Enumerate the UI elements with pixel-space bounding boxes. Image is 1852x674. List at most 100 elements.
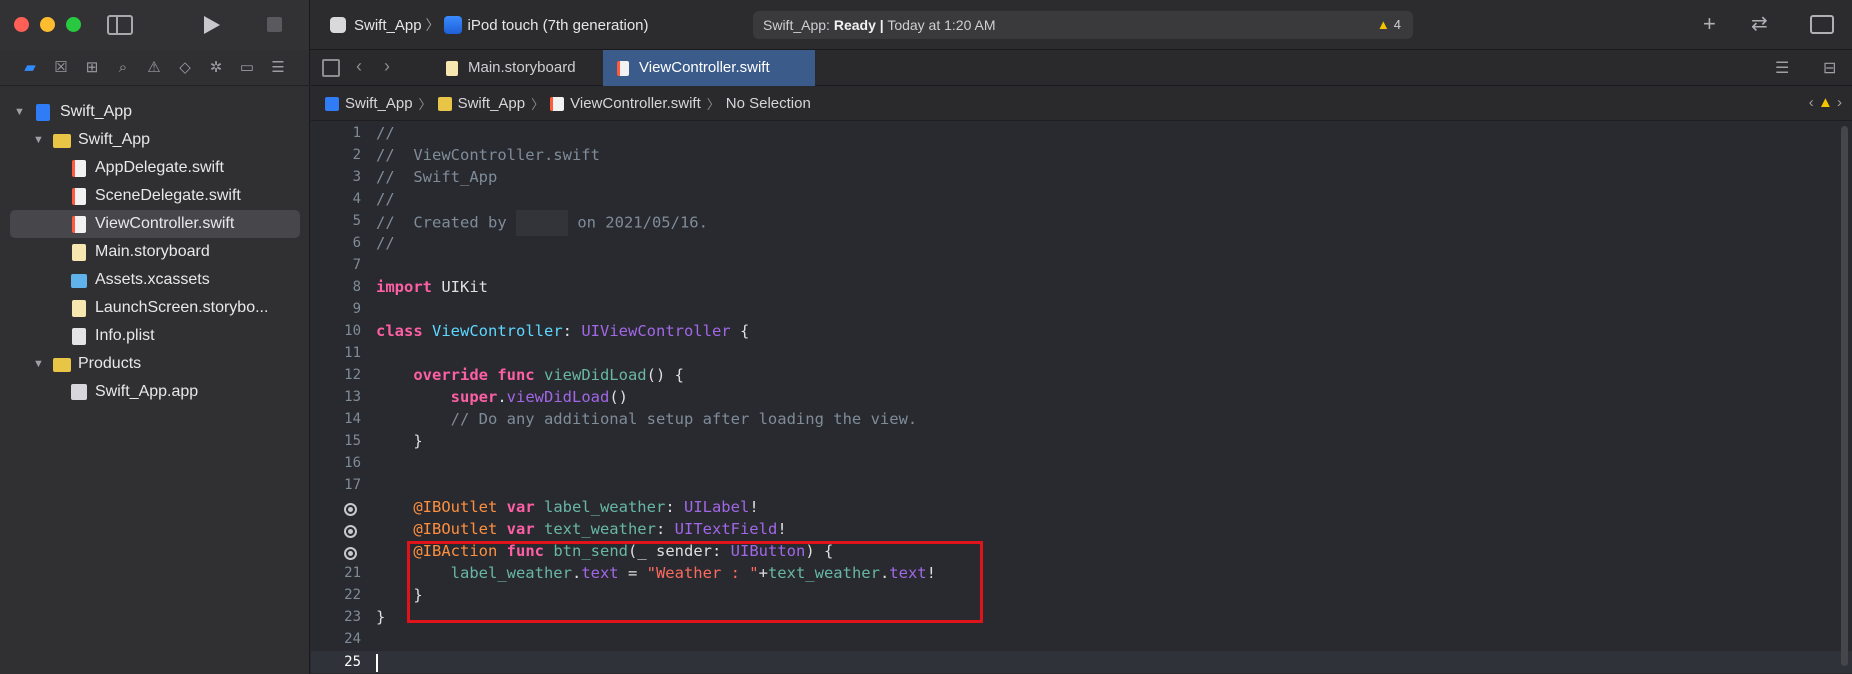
tree-item-label: Main.storyboard (95, 243, 210, 260)
editor-tab-bar: ‹ › Main.storyboard ViewController.swift… (311, 50, 1852, 86)
breadcrumb-symbol[interactable]: No Selection (726, 95, 811, 112)
zoom-window-button[interactable] (66, 17, 81, 32)
line-number: 22 (344, 587, 361, 603)
type-name: ViewController (422, 322, 563, 340)
line-number: 5 (352, 213, 361, 229)
code-line: // Do any additional setup after loading… (376, 410, 918, 428)
code-line: class ViewController: UIViewController { (376, 320, 1846, 342)
inspector-toggle-icon[interactable] (1810, 15, 1834, 34)
editor-options-icon[interactable]: ☰ (1775, 58, 1789, 78)
plist-icon (72, 328, 86, 345)
file-tree: ▼ Swift_App ▼ Swift_App AppDelegate.swif… (0, 98, 310, 406)
swift-file-icon (617, 61, 629, 76)
tree-item-group[interactable]: ▼ Swift_App (0, 126, 310, 154)
tree-item-file[interactable]: Swift_App.app (0, 378, 310, 406)
line-number: 3 (352, 169, 361, 185)
tree-item-label: ViewController.swift (95, 215, 235, 232)
folder-icon (53, 358, 71, 372)
activity-separator: | (879, 17, 884, 33)
property-name: text_weather (534, 520, 656, 538)
tree-item-file[interactable]: Assets.xcassets (0, 266, 310, 294)
chevron-right-icon[interactable]: › (384, 56, 390, 77)
line-number: 2 (352, 147, 361, 163)
chevron-right-icon: 〉 (706, 97, 720, 112)
chevron-down-icon[interactable]: ▼ (33, 350, 44, 378)
scheme-selector[interactable]: Swift_App 〉 iPod touch (7th generation) (330, 13, 649, 37)
minimize-window-button[interactable] (40, 17, 55, 32)
chevron-down-icon[interactable]: ▼ (33, 126, 44, 154)
test-icon[interactable]: ◇ (175, 58, 195, 78)
issue-navigation[interactable]: ‹ ▲ › (1809, 94, 1842, 111)
keyword: super (376, 388, 498, 406)
tree-item-file[interactable]: Info.plist (0, 322, 310, 350)
function-name: viewDidLoad (534, 366, 647, 384)
action-connection-icon[interactable] (344, 547, 357, 560)
breadcrumb-group[interactable]: Swift_App (458, 95, 526, 112)
line-number: 12 (344, 367, 361, 383)
punctuation: ! (777, 520, 787, 538)
line-number: 11 (344, 345, 361, 361)
punctuation: . (497, 388, 507, 406)
report-icon[interactable]: ☰ (268, 58, 288, 78)
source-control-icon[interactable]: ☒ (51, 58, 71, 78)
project-icon (325, 96, 339, 111)
chevron-left-icon[interactable]: ‹ (356, 56, 362, 77)
swift-file-icon (72, 160, 86, 177)
run-button-icon[interactable] (204, 16, 220, 34)
add-library-icon[interactable]: + (1703, 12, 1716, 36)
tree-item-project[interactable]: ▼ Swift_App (0, 98, 310, 126)
chevron-right-icon: 〉 (418, 97, 432, 112)
line-number: 21 (344, 565, 361, 581)
warning-indicator[interactable]: ▲ 4 (1377, 11, 1401, 39)
tree-item-group[interactable]: ▼ Products (0, 350, 310, 378)
function-name: viewDidLoad (506, 388, 610, 406)
breadcrumb-file[interactable]: ViewController.swift (570, 95, 701, 112)
debug-icon[interactable]: ✲ (206, 58, 226, 78)
breakpoint-icon[interactable]: ▭ (237, 58, 257, 78)
issue-icon[interactable]: ⚠ (144, 58, 164, 78)
tree-item-file[interactable]: SceneDelegate.swift (0, 182, 310, 210)
search-icon[interactable]: ⌕ (113, 58, 133, 78)
related-items-icon[interactable] (322, 59, 340, 77)
folder-icon (437, 96, 452, 111)
redacted-name (515, 210, 568, 236)
tree-item-label: Swift_App (78, 131, 151, 148)
code-review-icon[interactable]: ⇄ (1751, 12, 1768, 36)
storyboard-icon (72, 300, 86, 317)
tab-main-storyboard[interactable]: Main.storyboard (432, 50, 600, 86)
vertical-scrollbar[interactable] (1841, 126, 1848, 666)
tree-item-file[interactable]: LaunchScreen.storybo... (0, 294, 310, 322)
jump-bar: Swift_App 〉 Swift_App 〉 ViewController.s… (311, 87, 1852, 121)
tab-viewcontroller-swift[interactable]: ViewController.swift (603, 50, 815, 86)
code-line: @IBOutlet var label_weather: UILabel! (376, 496, 1846, 518)
breadcrumb-project[interactable]: Swift_App (345, 95, 413, 112)
storyboard-icon (446, 61, 458, 76)
type-name: UITextField (674, 520, 778, 538)
swift-file-icon (72, 188, 86, 205)
symbol-icon[interactable]: ⊞ (82, 58, 102, 78)
outlet-connection-icon[interactable] (344, 503, 357, 516)
tree-item-file-selected[interactable]: ViewController.swift (10, 210, 300, 238)
line-number: 17 (344, 477, 361, 493)
line-number: 10 (344, 323, 361, 339)
tab-label: Main.storyboard (468, 59, 576, 76)
line-number-gutter: 1 2 3 4 5 6 7 8 9 10 11 12 13 14 15 16 1… (311, 122, 361, 674)
code-line: // (376, 234, 395, 252)
type-name: UILabel (683, 498, 750, 516)
split-editor-icon[interactable]: ⊟ (1823, 58, 1836, 78)
stop-button-icon[interactable] (267, 17, 282, 32)
activity-viewer[interactable]: Swift_App: Ready | Today at 1:20 AM ▲ 4 (753, 11, 1413, 39)
tree-item-file[interactable]: Main.storyboard (0, 238, 310, 266)
folder-icon[interactable]: ▰ (20, 58, 40, 78)
comment-text: // Created by (376, 213, 516, 232)
outlet-connection-icon[interactable] (344, 525, 357, 538)
activity-app: Swift_App: (763, 17, 830, 33)
scheme-app-label: Swift_App (354, 16, 422, 34)
chevron-down-icon[interactable]: ▼ (14, 98, 25, 126)
close-window-button[interactable] (14, 17, 29, 32)
tree-item-label: Swift_App.app (95, 383, 199, 400)
sidebar-toggle-icon[interactable] (107, 15, 133, 35)
tree-item-file[interactable]: AppDelegate.swift (0, 154, 310, 182)
tab-label: ViewController.swift (639, 59, 770, 76)
